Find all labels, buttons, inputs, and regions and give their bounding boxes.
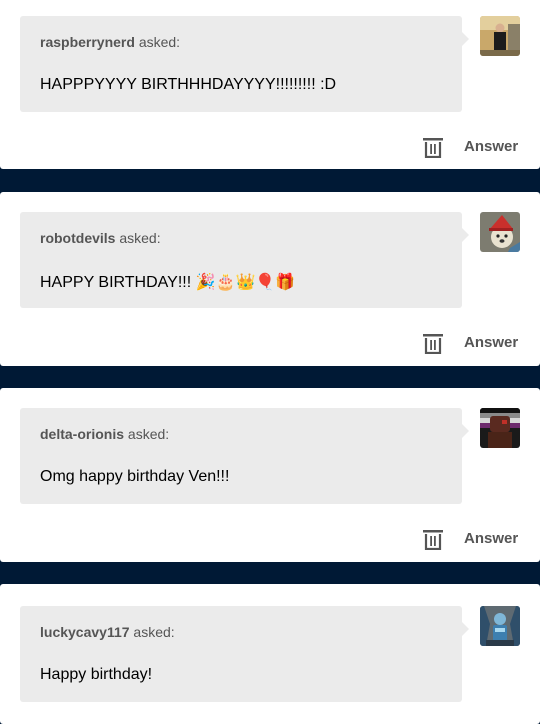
avatar[interactable] [480,16,520,56]
avatar[interactable] [480,212,520,252]
question-text-content: HAPPPYYYY BIRTHHHDAYYYY!!!!!!!!! :D [40,76,337,93]
asked-label: asked: [119,230,161,246]
answer-button[interactable]: Answer [464,334,518,351]
asker-name-link[interactable]: luckycavy117 [40,624,130,640]
question-text-content: Happy birthday! [40,666,153,683]
avatar[interactable] [480,606,520,646]
asked-label: asked: [138,34,181,50]
ask-post: robotdevils asked: HAPPY BIRTHDAY!!! 🎉🎂👑… [0,192,540,366]
ask-post: raspberrynerd asked: HAPPPYYYY BIRTHHHDA… [0,0,540,169]
question-text: HAPPY BIRTHDAY!!! 🎉🎂👑🎈🎁 [40,272,295,292]
question-text-content: HAPPY BIRTHDAY!!! [40,274,192,291]
ask-bubble: delta-orionis asked: Omg happy birthday … [20,408,469,504]
asker-line: raspberrynerd asked: [40,34,180,50]
answer-button[interactable]: Answer [464,138,518,155]
trash-icon[interactable] [422,332,444,354]
trash-icon[interactable] [422,136,444,158]
asker-line: robotdevils asked: [40,230,161,246]
asked-label: asked: [133,624,175,640]
answer-button[interactable]: Answer [464,530,518,547]
asker-name-link[interactable]: raspberrynerd [40,34,135,50]
ask-post: luckycavy117 asked: Happy birthday! [0,584,540,724]
birthday-emoji: 🎉🎂👑🎈🎁 [195,274,296,291]
dog-in-hat-avatar-icon [480,212,520,252]
asker-line: luckycavy117 asked: [40,624,175,640]
dark-figure-avatar-icon [480,408,520,448]
asker-name-link[interactable]: delta-orionis [40,426,124,442]
question-text: HAPPPYYYY BIRTHHHDAYYYY!!!!!!!!! :D [40,76,336,94]
ask-bubble: luckycavy117 asked: Happy birthday! [20,606,469,702]
asked-label: asked: [127,426,170,442]
trash-icon[interactable] [422,528,444,550]
question-text-content: Omg happy birthday Ven!!! [40,468,230,485]
asker-name-link[interactable]: robotdevils [40,230,115,246]
question-text: Happy birthday! [40,666,152,684]
post-footer: Answer [0,132,540,162]
post-footer: Answer [0,328,540,358]
ask-bubble: raspberrynerd asked: HAPPPYYYY BIRTHHHDA… [20,16,469,112]
blue-armor-avatar-icon [480,606,520,646]
avatar[interactable] [480,408,520,448]
ask-bubble: robotdevils asked: HAPPY BIRTHDAY!!! 🎉🎂👑… [20,212,469,308]
man-in-suit-avatar-icon [480,16,520,56]
ask-post: delta-orionis asked: Omg happy birthday … [0,388,540,562]
post-footer: Answer [0,524,540,554]
asker-line: delta-orionis asked: [40,426,169,442]
question-text: Omg happy birthday Ven!!! [40,468,229,486]
